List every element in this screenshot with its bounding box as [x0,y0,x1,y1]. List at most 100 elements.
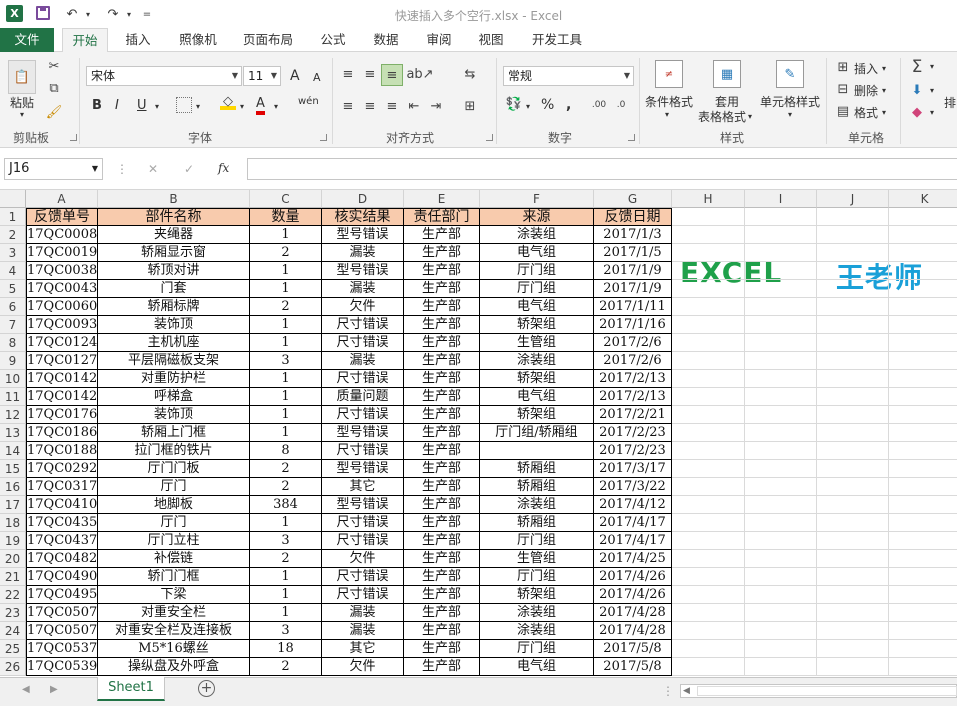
table-cell[interactable]: 2017/3/22 [594,478,672,496]
column-header-c[interactable]: C [250,190,322,208]
table-cell[interactable]: 装饰顶 [98,406,250,424]
table-cell[interactable]: 生产部 [404,388,480,406]
table-cell[interactable]: 涂装组 [480,226,594,244]
table-cell[interactable]: 尺寸错误 [322,406,404,424]
table-cell[interactable]: 2017/5/8 [594,640,672,658]
borders-dropdown-icon[interactable]: ▾ [196,102,200,111]
table-cell[interactable]: 涂装组 [480,352,594,370]
format-as-table-icon[interactable]: ▦ [713,60,741,88]
row-header[interactable]: 13 [0,424,26,442]
clipboard-launcher-icon[interactable] [70,134,77,141]
table-cell[interactable]: 17QC0410 [26,496,98,514]
wrap-text-icon[interactable]: ⇆ [462,66,478,82]
table-cell[interactable]: 2017/1/16 [594,316,672,334]
tab-home[interactable]: 开始 [62,28,108,53]
table-cell[interactable]: 质量问题 [322,388,404,406]
table-cell[interactable]: 2017/2/13 [594,388,672,406]
table-cell[interactable]: 17QC0008 [26,226,98,244]
table-cell[interactable]: 生产部 [404,460,480,478]
table-cell[interactable]: M5*16螺丝 [98,640,250,658]
table-cell[interactable]: 生产部 [404,262,480,280]
align-middle-icon[interactable]: ≡ [362,66,378,82]
table-cell[interactable]: 2017/2/23 [594,424,672,442]
increase-indent-icon[interactable]: ⇥ [428,98,444,114]
table-cell[interactable]: 对重安全栏 [98,604,250,622]
table-cell[interactable]: 2017/4/26 [594,568,672,586]
table-cell[interactable]: 17QC0093 [26,316,98,334]
table-cell[interactable]: 厅门组/轿厢组 [480,424,594,442]
table-cell[interactable]: 涂装组 [480,496,594,514]
table-cell[interactable]: 厅门组 [480,568,594,586]
increase-decimal-icon[interactable]: .00 [590,97,608,113]
table-cell[interactable]: 2017/3/17 [594,460,672,478]
increase-font-size-icon[interactable]: A [290,68,300,84]
row-header[interactable]: 15 [0,460,26,478]
table-cell[interactable]: 漏装 [322,244,404,262]
format-cells-icon[interactable]: ▤ [836,104,850,119]
tab-review[interactable]: 审阅 [418,28,460,52]
delete-cells-dropdown-icon[interactable]: ▾ [882,86,886,95]
row-header[interactable]: 17 [0,496,26,514]
table-cell[interactable]: 2017/4/17 [594,532,672,550]
table-cell[interactable]: 生产部 [404,622,480,640]
underline-button[interactable]: U [137,98,147,113]
table-cell[interactable]: 生管组 [480,334,594,352]
table-cell[interactable]: 1 [250,568,322,586]
italic-button[interactable]: I [115,98,119,113]
table-cell[interactable]: 型号错误 [322,496,404,514]
fill-icon[interactable]: ⬇ [908,82,926,98]
table-cell[interactable]: 1 [250,226,322,244]
table-cell[interactable]: 生产部 [404,514,480,532]
row-header[interactable]: 7 [0,316,26,334]
format-as-table-dropdown-icon[interactable]: ▾ [748,112,752,121]
table-cell[interactable]: 厅门组 [480,262,594,280]
format-as-table-label-2[interactable]: 表格格式 [698,108,746,125]
table-cell[interactable]: 17QC0507 [26,622,98,640]
table-cell[interactable]: 17QC0188 [26,442,98,460]
paste-button[interactable]: 粘贴 [10,94,34,111]
table-cell[interactable]: 17QC0490 [26,568,98,586]
table-cell[interactable]: 生管组 [480,550,594,568]
table-cell[interactable]: 1 [250,316,322,334]
table-cell[interactable]: 2017/4/12 [594,496,672,514]
table-cell[interactable]: 型号错误 [322,226,404,244]
table-cell[interactable]: 生产部 [404,226,480,244]
table-cell[interactable]: 涂装组 [480,622,594,640]
table-cell[interactable]: 2017/1/5 [594,244,672,262]
table-cell[interactable]: 3 [250,352,322,370]
table-cell[interactable]: 3 [250,622,322,640]
sheet-tab-sheet1[interactable]: Sheet1 [97,677,165,701]
table-cell[interactable]: 电气组 [480,298,594,316]
table-cell[interactable]: 生产部 [404,244,480,262]
table-cell[interactable]: 17QC0060 [26,298,98,316]
table-cell[interactable]: 对重防护栏 [98,370,250,388]
number-format-select[interactable]: 常规 ▼ [503,66,634,86]
column-header-k[interactable]: K [889,190,957,208]
row-header[interactable]: 6 [0,298,26,316]
table-cell[interactable]: 尺寸错误 [322,532,404,550]
table-cell[interactable]: 2 [250,478,322,496]
table-cell[interactable]: 17QC0495 [26,586,98,604]
table-cell[interactable]: 1 [250,262,322,280]
table-cell[interactable]: 生产部 [404,424,480,442]
fill-color-icon[interactable]: ◇ [220,94,236,110]
header-cell[interactable]: 数量 [250,208,322,226]
format-cells-dropdown-icon[interactable]: ▾ [882,108,886,117]
row-header[interactable]: 9 [0,352,26,370]
row-header[interactable]: 18 [0,514,26,532]
table-cell[interactable]: 漏装 [322,280,404,298]
row-header[interactable]: 22 [0,586,26,604]
table-cell[interactable]: 2017/4/28 [594,604,672,622]
table-cell[interactable]: 呼梯盒 [98,388,250,406]
column-header-f[interactable]: F [480,190,594,208]
header-cell[interactable]: 部件名称 [98,208,250,226]
tab-formulas[interactable]: 公式 [312,28,354,52]
conditional-formatting-icon[interactable]: ≠ [655,60,683,88]
conditional-formatting-dropdown-icon[interactable]: ▾ [665,110,669,119]
align-bottom-icon[interactable]: ≡ [381,64,403,86]
row-header[interactable]: 5 [0,280,26,298]
row-header[interactable]: 4 [0,262,26,280]
table-cell[interactable]: 轿架组 [480,406,594,424]
table-cell[interactable]: 生产部 [404,532,480,550]
table-cell[interactable]: 电气组 [480,244,594,262]
